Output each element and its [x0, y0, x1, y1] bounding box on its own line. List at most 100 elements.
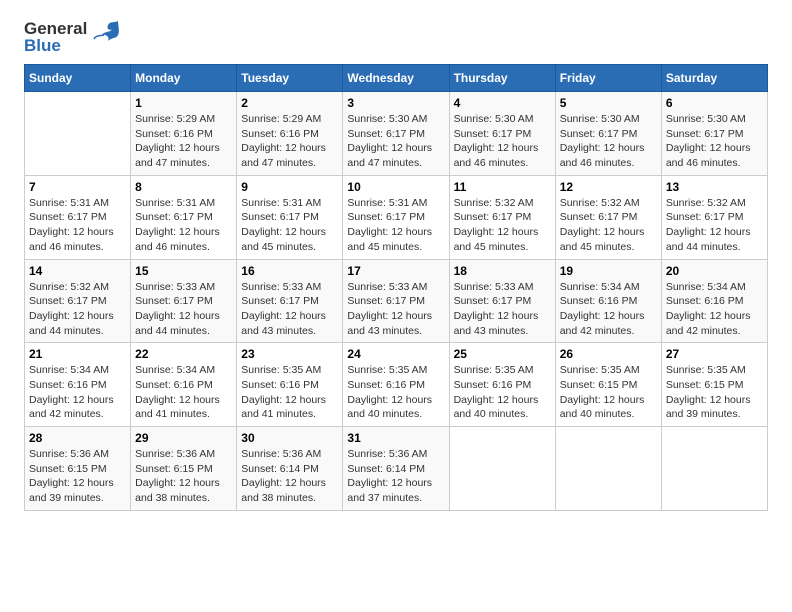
day-info: Sunrise: 5:31 AM Sunset: 6:17 PM Dayligh…	[241, 196, 338, 255]
calendar-cell: 9 Sunrise: 5:31 AM Sunset: 6:17 PM Daylig…	[237, 175, 343, 259]
day-number: 2	[241, 96, 338, 110]
day-info: Sunrise: 5:29 AM Sunset: 6:16 PM Dayligh…	[135, 112, 232, 171]
day-number: 15	[135, 264, 232, 278]
calendar-cell: 10 Sunrise: 5:31 AM Sunset: 6:17 PM Dayli…	[343, 175, 449, 259]
calendar-cell: 6Sunrise: 5:30 AM Sunset: 6:17 PM Daylig…	[661, 92, 767, 176]
day-info: Sunrise: 5:34 AM Sunset: 6:16 PM Dayligh…	[29, 363, 126, 422]
day-number: 20	[666, 264, 763, 278]
day-info: Sunrise: 5:29 AM Sunset: 6:16 PM Dayligh…	[241, 112, 338, 171]
logo-container: General Blue	[24, 20, 122, 54]
day-info: Sunrise: 5:34 AM Sunset: 6:16 PM Dayligh…	[135, 363, 232, 422]
calendar-week-4: 21 Sunrise: 5:34 AM Sunset: 6:16 PM Dayli…	[25, 343, 768, 427]
calendar-header-sunday: Sunday	[25, 65, 131, 92]
day-info: Sunrise: 5:34 AM Sunset: 6:16 PM Dayligh…	[560, 280, 657, 339]
day-number: 7	[29, 180, 126, 194]
day-info: Sunrise: 5:36 AM Sunset: 6:14 PM Dayligh…	[241, 447, 338, 506]
calendar-cell: 5Sunrise: 5:30 AM Sunset: 6:17 PM Daylig…	[555, 92, 661, 176]
calendar-cell: 3Sunrise: 5:30 AM Sunset: 6:17 PM Daylig…	[343, 92, 449, 176]
day-info: Sunrise: 5:31 AM Sunset: 6:17 PM Dayligh…	[29, 196, 126, 255]
logo-text: General Blue	[24, 20, 87, 54]
day-number: 9	[241, 180, 338, 194]
calendar-cell	[661, 427, 767, 511]
day-number: 24	[347, 347, 444, 361]
calendar-week-2: 7 Sunrise: 5:31 AM Sunset: 6:17 PM Daylig…	[25, 175, 768, 259]
day-info: Sunrise: 5:33 AM Sunset: 6:17 PM Dayligh…	[135, 280, 232, 339]
logo: General Blue	[24, 20, 122, 54]
day-info: Sunrise: 5:30 AM Sunset: 6:17 PM Dayligh…	[347, 112, 444, 171]
day-info: Sunrise: 5:35 AM Sunset: 6:15 PM Dayligh…	[666, 363, 763, 422]
day-info: Sunrise: 5:32 AM Sunset: 6:17 PM Dayligh…	[29, 280, 126, 339]
calendar-table: SundayMondayTuesdayWednesdayThursdayFrid…	[24, 64, 768, 511]
day-info: Sunrise: 5:35 AM Sunset: 6:16 PM Dayligh…	[241, 363, 338, 422]
calendar-cell	[555, 427, 661, 511]
calendar-week-3: 14 Sunrise: 5:32 AM Sunset: 6:17 PM Dayli…	[25, 259, 768, 343]
calendar-cell: 20 Sunrise: 5:34 AM Sunset: 6:16 PM Dayli…	[661, 259, 767, 343]
day-number: 26	[560, 347, 657, 361]
calendar-header-monday: Monday	[131, 65, 237, 92]
day-info: Sunrise: 5:33 AM Sunset: 6:17 PM Dayligh…	[347, 280, 444, 339]
day-number: 18	[454, 264, 551, 278]
day-info: Sunrise: 5:30 AM Sunset: 6:17 PM Dayligh…	[454, 112, 551, 171]
logo-general: General	[24, 20, 87, 37]
calendar-cell: 15 Sunrise: 5:33 AM Sunset: 6:17 PM Dayli…	[131, 259, 237, 343]
day-info: Sunrise: 5:36 AM Sunset: 6:15 PM Dayligh…	[29, 447, 126, 506]
calendar-week-5: 28 Sunrise: 5:36 AM Sunset: 6:15 PM Dayli…	[25, 427, 768, 511]
day-number: 28	[29, 431, 126, 445]
calendar-cell: 29 Sunrise: 5:36 AM Sunset: 6:15 PM Dayli…	[131, 427, 237, 511]
calendar-cell: 2 Sunrise: 5:29 AM Sunset: 6:16 PM Daylig…	[237, 92, 343, 176]
page-header: General Blue	[24, 20, 768, 54]
day-number: 22	[135, 347, 232, 361]
calendar-cell: 16Sunrise: 5:33 AM Sunset: 6:17 PM Dayli…	[237, 259, 343, 343]
calendar-cell: 4Sunrise: 5:30 AM Sunset: 6:17 PM Daylig…	[449, 92, 555, 176]
calendar-cell: 8Sunrise: 5:31 AM Sunset: 6:17 PM Daylig…	[131, 175, 237, 259]
calendar-cell: 19Sunrise: 5:34 AM Sunset: 6:16 PM Dayli…	[555, 259, 661, 343]
day-info: Sunrise: 5:35 AM Sunset: 6:16 PM Dayligh…	[454, 363, 551, 422]
calendar-cell: 25 Sunrise: 5:35 AM Sunset: 6:16 PM Dayli…	[449, 343, 555, 427]
day-info: Sunrise: 5:30 AM Sunset: 6:17 PM Dayligh…	[560, 112, 657, 171]
calendar-cell: 7 Sunrise: 5:31 AM Sunset: 6:17 PM Daylig…	[25, 175, 131, 259]
day-info: Sunrise: 5:32 AM Sunset: 6:17 PM Dayligh…	[560, 196, 657, 255]
day-number: 25	[454, 347, 551, 361]
logo-bird-icon	[90, 17, 122, 49]
logo-blue: Blue	[24, 37, 87, 54]
calendar-cell	[449, 427, 555, 511]
calendar-cell: 22 Sunrise: 5:34 AM Sunset: 6:16 PM Dayli…	[131, 343, 237, 427]
calendar-cell: 14 Sunrise: 5:32 AM Sunset: 6:17 PM Dayli…	[25, 259, 131, 343]
day-info: Sunrise: 5:33 AM Sunset: 6:17 PM Dayligh…	[454, 280, 551, 339]
calendar-cell: 13 Sunrise: 5:32 AM Sunset: 6:17 PM Dayli…	[661, 175, 767, 259]
calendar-cell: 26 Sunrise: 5:35 AM Sunset: 6:15 PM Dayli…	[555, 343, 661, 427]
day-number: 14	[29, 264, 126, 278]
day-info: Sunrise: 5:35 AM Sunset: 6:16 PM Dayligh…	[347, 363, 444, 422]
calendar-cell: 11 Sunrise: 5:32 AM Sunset: 6:17 PM Dayli…	[449, 175, 555, 259]
day-info: Sunrise: 5:34 AM Sunset: 6:16 PM Dayligh…	[666, 280, 763, 339]
day-info: Sunrise: 5:35 AM Sunset: 6:15 PM Dayligh…	[560, 363, 657, 422]
day-number: 1	[135, 96, 232, 110]
day-number: 13	[666, 180, 763, 194]
day-number: 29	[135, 431, 232, 445]
calendar-cell: 17 Sunrise: 5:33 AM Sunset: 6:17 PM Dayli…	[343, 259, 449, 343]
day-info: Sunrise: 5:36 AM Sunset: 6:14 PM Dayligh…	[347, 447, 444, 506]
calendar-cell: 23 Sunrise: 5:35 AM Sunset: 6:16 PM Dayli…	[237, 343, 343, 427]
calendar-header-friday: Friday	[555, 65, 661, 92]
calendar-header-row: SundayMondayTuesdayWednesdayThursdayFrid…	[25, 65, 768, 92]
day-info: Sunrise: 5:33 AM Sunset: 6:17 PM Dayligh…	[241, 280, 338, 339]
day-number: 31	[347, 431, 444, 445]
day-info: Sunrise: 5:32 AM Sunset: 6:17 PM Dayligh…	[454, 196, 551, 255]
day-number: 17	[347, 264, 444, 278]
calendar-week-1: 1 Sunrise: 5:29 AM Sunset: 6:16 PM Daylig…	[25, 92, 768, 176]
day-info: Sunrise: 5:31 AM Sunset: 6:17 PM Dayligh…	[347, 196, 444, 255]
day-number: 21	[29, 347, 126, 361]
calendar-cell: 1 Sunrise: 5:29 AM Sunset: 6:16 PM Daylig…	[131, 92, 237, 176]
day-number: 10	[347, 180, 444, 194]
calendar-header-thursday: Thursday	[449, 65, 555, 92]
day-number: 12	[560, 180, 657, 194]
day-number: 23	[241, 347, 338, 361]
calendar-cell: 28 Sunrise: 5:36 AM Sunset: 6:15 PM Dayli…	[25, 427, 131, 511]
calendar-cell	[25, 92, 131, 176]
day-info: Sunrise: 5:36 AM Sunset: 6:15 PM Dayligh…	[135, 447, 232, 506]
day-number: 11	[454, 180, 551, 194]
calendar-cell: 21 Sunrise: 5:34 AM Sunset: 6:16 PM Dayli…	[25, 343, 131, 427]
calendar-cell: 18 Sunrise: 5:33 AM Sunset: 6:17 PM Dayli…	[449, 259, 555, 343]
day-info: Sunrise: 5:32 AM Sunset: 6:17 PM Dayligh…	[666, 196, 763, 255]
day-number: 30	[241, 431, 338, 445]
